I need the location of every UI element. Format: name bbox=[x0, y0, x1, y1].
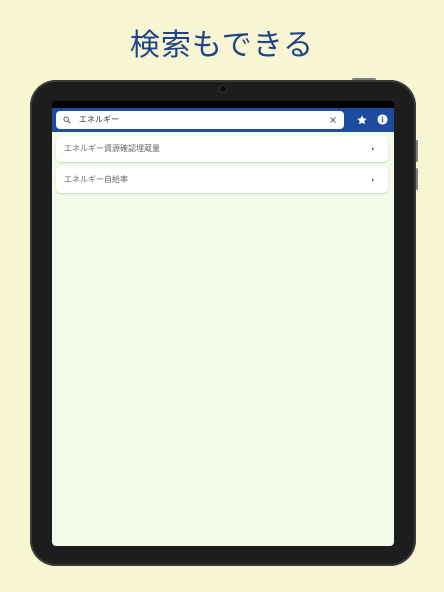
tablet-top-button bbox=[352, 78, 376, 80]
results-list: エネルギー資源確認埋蔵量 エネルギー自給率 bbox=[52, 132, 394, 546]
tablet-volume-down-button bbox=[416, 168, 418, 190]
app-bar: エネルギー bbox=[52, 108, 394, 132]
star-icon[interactable] bbox=[356, 114, 368, 126]
list-item-label: エネルギー自給率 bbox=[64, 175, 128, 184]
list-item-label: エネルギー資源確認埋蔵量 bbox=[64, 144, 160, 153]
search-icon bbox=[63, 116, 71, 124]
list-item[interactable]: エネルギー自給率 bbox=[56, 167, 388, 193]
promo-headline: 検索もできる bbox=[129, 28, 315, 63]
tablet-camera bbox=[220, 86, 226, 92]
search-field[interactable]: エネルギー bbox=[56, 111, 344, 129]
search-input[interactable]: エネルギー bbox=[79, 114, 119, 126]
status-bar bbox=[52, 101, 394, 108]
tablet-volume-up-button bbox=[416, 140, 418, 162]
chevron-right-icon bbox=[372, 178, 375, 182]
app-screen: エネルギー エネルギー資源確認埋蔵量 エネルギー自給率 bbox=[52, 101, 394, 546]
tablet-device-frame: エネルギー エネルギー資源確認埋蔵量 エネルギー自給率 bbox=[30, 78, 418, 566]
close-icon[interactable] bbox=[328, 115, 338, 125]
info-icon[interactable] bbox=[377, 114, 388, 125]
chevron-right-icon bbox=[372, 147, 375, 151]
list-item[interactable]: エネルギー資源確認埋蔵量 bbox=[56, 136, 388, 162]
